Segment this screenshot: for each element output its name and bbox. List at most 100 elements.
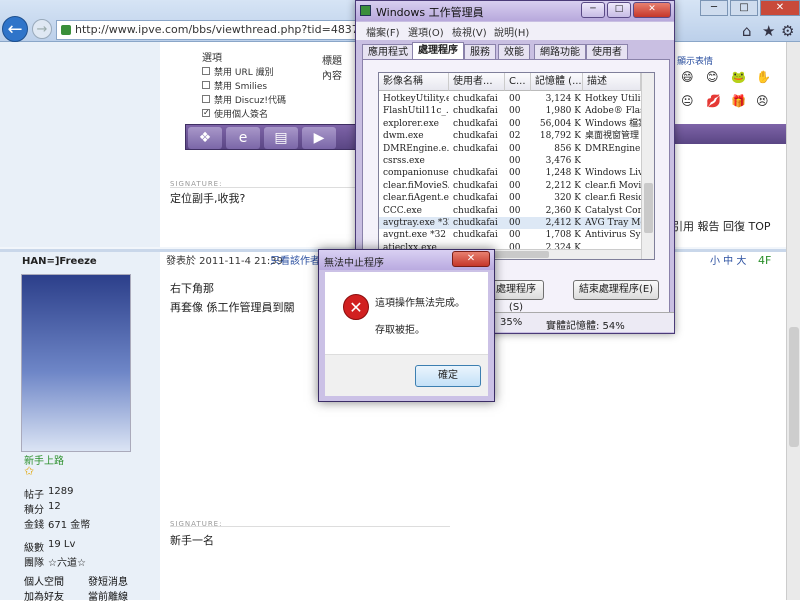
process-cell: 2,360 K	[545, 205, 581, 216]
task-manager-tabs: 應用程式 處理程序 服務 效能 網路功能 使用者	[362, 42, 672, 60]
process-cell: 00	[509, 156, 521, 166]
emoji-icon[interactable]: 😄	[681, 70, 694, 84]
process-cell: 1,980 K	[545, 106, 581, 117]
process-list-vthumb[interactable]	[644, 183, 653, 233]
user-avatar[interactable]	[21, 274, 131, 452]
add-friend-link[interactable]: 加為好友	[24, 588, 64, 603]
process-row[interactable]: avgtray.exe *32 chudkafai 00 2,412 K AVG Tra…	[379, 217, 641, 229]
col-user[interactable]: 使用者...	[449, 73, 505, 91]
process-row[interactable]: csrss.exe 00 3,476 K	[379, 155, 641, 167]
emoji-icon[interactable]: 😊	[706, 70, 719, 84]
end-process-button[interactable]: 結束處理程序(E)	[573, 280, 659, 300]
tm-maximize-button[interactable]: □	[607, 2, 631, 18]
process-cell: CCC.exe	[383, 205, 422, 216]
task-manager-title: Windows 工作管理員	[376, 6, 484, 19]
menu-file[interactable]: 檔案(F)	[366, 24, 400, 39]
emoji-icon[interactable]: 💋	[706, 94, 721, 108]
process-row[interactable]: companionuser... chudkafai 00 1,248 K Window…	[379, 167, 641, 179]
emoji-icon[interactable]: 😐	[681, 94, 694, 108]
windows-taskbar: ❖ e ▤ ▶	[185, 124, 365, 150]
home-icon[interactable]: ⌂	[742, 22, 752, 40]
site-favicon-icon	[61, 25, 71, 35]
page-scroll-thumb[interactable]	[789, 327, 799, 447]
maximize-button[interactable]: □	[730, 0, 758, 16]
tab-applications[interactable]: 應用程式	[362, 44, 414, 60]
col-image-name[interactable]: 影像名稱	[379, 73, 449, 91]
checkbox-label: 禁用 URL 識別	[214, 68, 274, 78]
menu-options[interactable]: 選項(O)	[408, 24, 444, 39]
process-row[interactable]: CCC.exe chudkafai 00 2,360 K Catalyst Contr	[379, 205, 641, 217]
emoji-icon[interactable]: 😣	[756, 94, 769, 108]
process-row[interactable]: dwm.exe chudkafai 02 18,792 K 桌面視窗管理	[379, 130, 641, 142]
checkbox-label: 使用個人簽名	[214, 110, 269, 120]
process-row[interactable]: DMREngine.e... chudkafai 00 856 K DMREngine	[379, 143, 641, 155]
ok-button[interactable]: 確定	[415, 365, 481, 387]
tools-gear-icon[interactable]: ⚙	[781, 22, 794, 40]
tm-close-button[interactable]: ✕	[633, 2, 671, 18]
use-signature-checkbox[interactable]: ✓	[202, 109, 210, 117]
start-button[interactable]: ❖	[188, 127, 222, 149]
task-manager-titlebar[interactable]: Windows 工作管理員 ─ □ ✕	[356, 1, 674, 21]
stat-label: 積分	[24, 505, 44, 516]
menu-help[interactable]: 說明(H)	[494, 24, 529, 39]
forward-arrow-icon: →	[36, 22, 48, 37]
error-dialog-titlebar[interactable]: 無法中止程序 ✕	[319, 250, 494, 270]
error-dialog-body: ✕ 這項操作無法完成。 存取被拒。 確定	[325, 272, 488, 396]
process-cell: chudkafai	[453, 168, 498, 179]
emoji-icon[interactable]: ✋	[756, 70, 771, 84]
stat-value: 12	[48, 501, 61, 512]
process-row[interactable]: avgnt.exe *32 chudkafai 00 1,708 K Antivirus…	[379, 229, 641, 241]
process-row[interactable]: clear.fiAgent.e... chudkafai 00 320 K clear.…	[379, 192, 641, 204]
tab-processes[interactable]: 處理程序	[412, 42, 464, 60]
emoji-icon[interactable]: 🐸	[731, 70, 746, 84]
address-bar[interactable]: http://www.ipve.com/bbs/viewthread.php?t…	[56, 20, 356, 40]
tm-minimize-button[interactable]: ─	[581, 2, 605, 18]
col-cpu[interactable]: C...	[505, 73, 531, 91]
menu-view[interactable]: 檢視(V)	[452, 24, 487, 39]
forward-button[interactable]: →	[32, 19, 52, 39]
show-processes-button[interactable]: 處理程序(S)	[488, 280, 544, 313]
profile-space-link[interactable]: 個人空間	[24, 573, 64, 588]
page-scrollbar[interactable]	[786, 42, 800, 600]
back-button[interactable]: ←	[2, 16, 28, 42]
close-icon[interactable]: ✕	[452, 251, 490, 267]
content-label: 內容	[322, 71, 342, 82]
emoji-panel-title[interactable]: 顯示表情	[677, 54, 713, 67]
tab-users[interactable]: 使用者	[586, 44, 628, 60]
tab-performance[interactable]: 效能	[498, 44, 530, 60]
process-cell: Catalyst Contr	[585, 205, 641, 216]
process-cell: clear.fiAgent.e...	[383, 193, 449, 204]
col-memory[interactable]: 記憶體 (...	[531, 73, 583, 91]
post-action-links[interactable]: 引用 報告 回復 TOP	[672, 218, 771, 234]
process-list-vscroll[interactable]	[641, 73, 654, 259]
checkbox-label: 禁用 Smilies	[214, 82, 268, 92]
tab-networking[interactable]: 網路功能	[534, 44, 586, 60]
media-player-taskbar-button[interactable]: ▶	[302, 127, 336, 149]
send-message-link[interactable]: 發短消息	[88, 573, 128, 588]
disable-smilies-checkbox[interactable]	[202, 81, 210, 89]
minimize-button[interactable]: ─	[700, 0, 728, 16]
emoji-icon[interactable]: 🎁	[731, 94, 746, 108]
process-row[interactable]: FlashUtil11c_... chudkafai 00 1,980 K Adobe®…	[379, 105, 641, 117]
process-row[interactable]: HotkeyUtility.e... chudkafai 00 3,124 K Hotk…	[379, 93, 641, 105]
username-link[interactable]: HAN=]Freeze	[22, 256, 97, 267]
explorer-taskbar-button[interactable]: ▤	[264, 127, 298, 149]
favorites-star-icon[interactable]: ★	[762, 22, 775, 40]
tab-services[interactable]: 服務	[464, 44, 496, 60]
ie-taskbar-button[interactable]: e	[226, 127, 260, 149]
process-cell: clear.fiMovieS...	[383, 180, 449, 191]
font-size-buttons[interactable]: 小 中 大	[710, 252, 746, 267]
author-only-link[interactable]: 只看該作者	[270, 252, 320, 267]
process-cell: 00	[509, 230, 521, 241]
process-row[interactable]: explorer.exe chudkafai 00 56,004 K Windows 檔…	[379, 118, 641, 130]
memory-usage: 實體記憶體: 54%	[546, 321, 625, 332]
process-list[interactable]: 影像名稱 使用者... C... 記憶體 (... 描述 HotkeyUtili…	[378, 72, 655, 260]
process-cell: csrss.exe	[383, 156, 425, 166]
process-cell: 320 K	[554, 193, 581, 204]
disable-url-checkbox[interactable]	[202, 67, 210, 75]
process-row[interactable]: clear.fiMovieS... chudkafai 00 2,212 K clear…	[379, 180, 641, 192]
disable-discuz-checkbox[interactable]	[202, 95, 210, 103]
process-cell: DMREngine.e...	[383, 143, 449, 154]
col-description[interactable]: 描述	[583, 73, 641, 91]
close-button[interactable]: ✕	[760, 0, 800, 16]
